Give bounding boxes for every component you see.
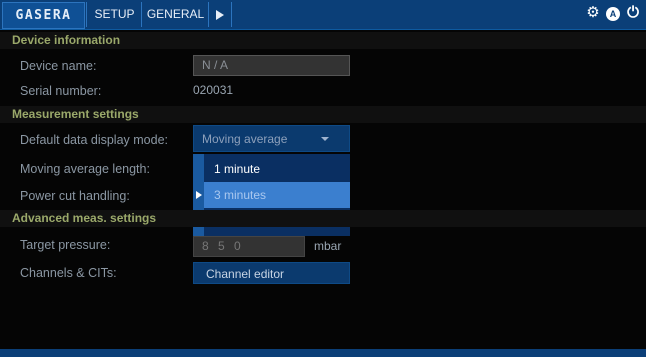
gear-icon[interactable]: ⚙ (584, 4, 602, 22)
display-mode-value: Moving average (202, 132, 288, 146)
top-bar: GASERA SETUP GENERAL ⚙ A ⏻ (0, 0, 646, 30)
target-pressure-field[interactable]: 8 5 0 (193, 236, 305, 257)
power-icon[interactable]: ⏻ (624, 4, 642, 22)
section-device-information: Device information (0, 32, 646, 49)
dropdown-option-3-minutes[interactable]: 3 minutes (196, 182, 350, 208)
selected-arrow-icon (196, 191, 202, 199)
bottom-bar (0, 349, 646, 357)
a-icon[interactable]: A (604, 4, 622, 22)
dropdown-option-1-minute[interactable]: 1 minute (204, 156, 350, 182)
chevron-down-icon (321, 137, 329, 141)
display-mode-select[interactable]: Moving average (193, 125, 350, 152)
target-pressure-label: Target pressure: (20, 238, 111, 252)
moving-average-length-label: Moving average length: (20, 162, 150, 176)
play-icon (216, 10, 224, 20)
tab-setup[interactable]: SETUP (86, 2, 142, 27)
power-cut-handling-label: Power cut handling: (20, 189, 130, 203)
gasera-logo: GASERA (2, 2, 85, 29)
play-button[interactable] (208, 2, 232, 27)
device-name-label: Device name: (20, 59, 97, 73)
display-mode-label: Default data display mode: (20, 133, 169, 147)
pressure-unit: mbar (314, 239, 342, 253)
channel-editor-button[interactable]: Channel editor (193, 262, 350, 284)
device-name-field[interactable]: N / A (193, 55, 350, 76)
section-measurement-settings: Measurement settings (0, 106, 646, 123)
serial-number-value: 020031 (193, 83, 234, 97)
channels-label: Channels & CITs: (20, 266, 117, 280)
tab-general[interactable]: GENERAL (141, 2, 209, 27)
section-advanced-settings: Advanced meas. settings (0, 210, 646, 227)
dropdown-option-label: 3 minutes (214, 188, 267, 202)
serial-number-label: Serial number: (20, 84, 102, 98)
